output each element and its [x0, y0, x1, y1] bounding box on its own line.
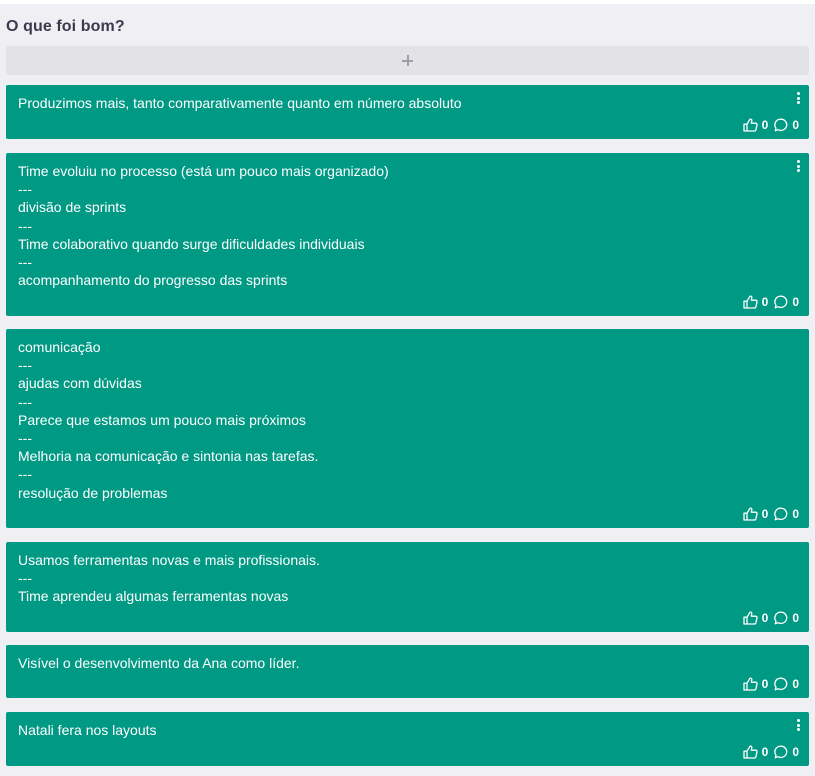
card-text: Visível o desenvolvimento da Ana como lí…	[18, 655, 300, 671]
thumbs-up-icon	[742, 611, 758, 625]
retro-card[interactable]: Usamos ferramentas novas e mais profissi…	[6, 542, 809, 632]
retro-card[interactable]: Produzimos mais, tanto comparativamente …	[6, 85, 809, 139]
like-button[interactable]: 0	[742, 295, 769, 309]
like-button[interactable]: 0	[742, 507, 769, 521]
like-button[interactable]: 0	[742, 677, 769, 691]
retro-card[interactable]: Natali fera nos layouts 0 0	[6, 712, 809, 766]
card-menu-icon[interactable]	[794, 719, 802, 732]
card-menu-icon[interactable]	[794, 160, 802, 173]
comment-count: 0	[792, 677, 799, 691]
speech-bubble-icon	[774, 507, 788, 521]
thumbs-up-icon	[742, 677, 758, 691]
thumbs-up-icon	[742, 745, 758, 759]
speech-bubble-icon	[774, 611, 788, 625]
like-count: 0	[761, 677, 769, 691]
comment-button[interactable]: 0	[774, 295, 799, 309]
comment-count: 0	[792, 295, 799, 309]
column-title: O que foi bom?	[6, 18, 125, 35]
card-text: Usamos ferramentas novas e mais profissi…	[18, 552, 320, 605]
comment-count: 0	[792, 611, 799, 625]
comment-count: 0	[792, 118, 799, 132]
card-footer: 0 0	[742, 744, 799, 760]
retro-card[interactable]: Time evoluiu no processo (está um pouco …	[6, 153, 809, 316]
card-text: Produzimos mais, tanto comparativamente …	[18, 95, 462, 111]
speech-bubble-icon	[774, 118, 788, 132]
comment-button[interactable]: 0	[774, 118, 799, 132]
like-button[interactable]: 0	[742, 745, 769, 759]
card-menu-icon[interactable]	[794, 92, 802, 105]
card-text: Natali fera nos layouts	[18, 722, 157, 738]
comment-button[interactable]: 0	[774, 677, 799, 691]
card-text: comunicação --- ajudas com dúvidas --- P…	[18, 339, 319, 501]
add-card-button[interactable]	[6, 46, 809, 75]
comment-count: 0	[792, 507, 799, 521]
card-footer: 0 0	[742, 610, 799, 626]
comment-button[interactable]: 0	[774, 745, 799, 759]
comment-button[interactable]: 0	[774, 507, 799, 521]
thumbs-up-icon	[742, 507, 758, 521]
thumbs-up-icon	[742, 118, 758, 132]
like-count: 0	[761, 507, 769, 521]
plus-icon	[402, 55, 413, 66]
card-text: Time evoluiu no processo (está um pouco …	[18, 163, 389, 289]
like-button[interactable]: 0	[742, 611, 769, 625]
card-footer: 0 0	[742, 676, 799, 692]
like-count: 0	[761, 295, 769, 309]
like-count: 0	[761, 611, 769, 625]
like-button[interactable]: 0	[742, 118, 769, 132]
card-footer: 0 0	[742, 506, 799, 522]
retro-card[interactable]: Visível o desenvolvimento da Ana como lí…	[6, 645, 809, 698]
card-footer: 0 0	[742, 117, 799, 133]
speech-bubble-icon	[774, 745, 788, 759]
thumbs-up-icon	[742, 295, 758, 309]
speech-bubble-icon	[774, 677, 788, 691]
card-footer: 0 0	[742, 294, 799, 310]
comment-count: 0	[792, 745, 799, 759]
like-count: 0	[761, 745, 769, 759]
speech-bubble-icon	[774, 295, 788, 309]
retro-card[interactable]: comunicação --- ajudas com dúvidas --- P…	[6, 329, 809, 528]
comment-button[interactable]: 0	[774, 611, 799, 625]
like-count: 0	[761, 118, 769, 132]
